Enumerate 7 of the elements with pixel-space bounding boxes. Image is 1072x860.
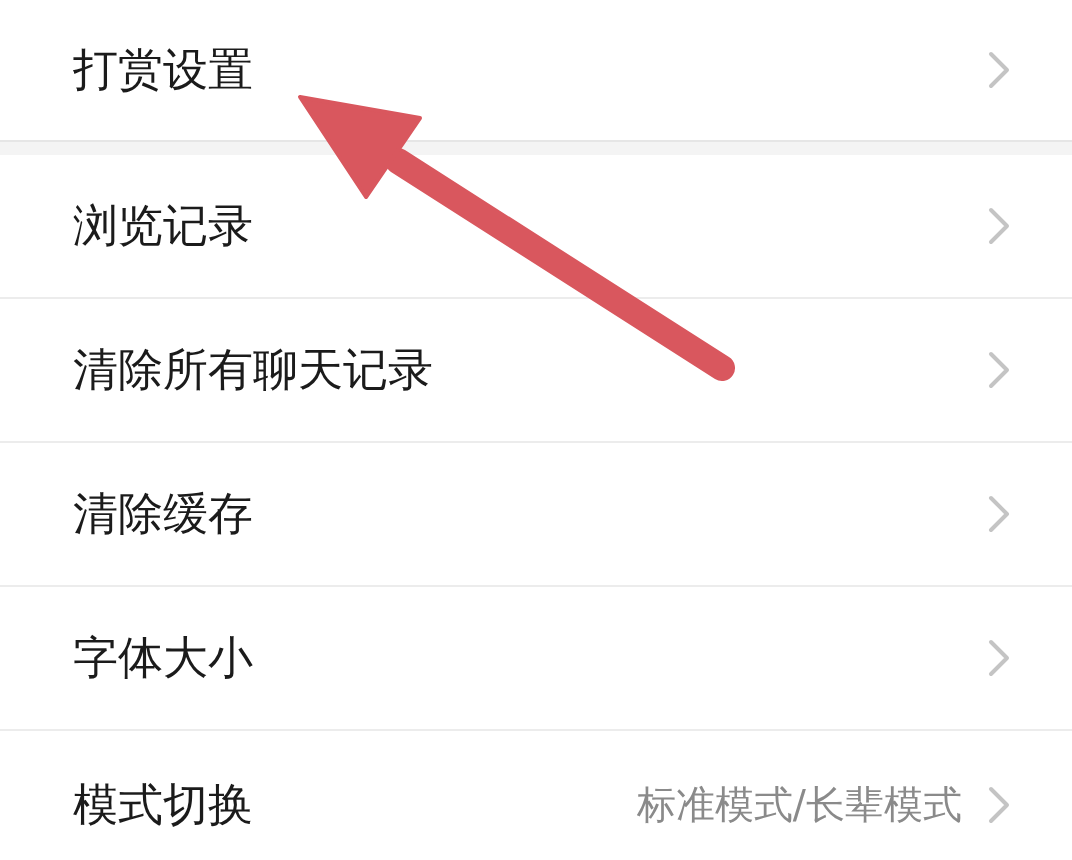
chevron-right-icon [988, 495, 1010, 533]
chevron-right-icon [988, 51, 1010, 89]
chevron-right-icon [988, 639, 1010, 677]
chevron-right-icon [988, 207, 1010, 245]
chevron-right-icon [988, 786, 1010, 824]
row-value: 标准模式/长辈模式 [636, 781, 962, 829]
chevron-right-icon [988, 351, 1010, 389]
